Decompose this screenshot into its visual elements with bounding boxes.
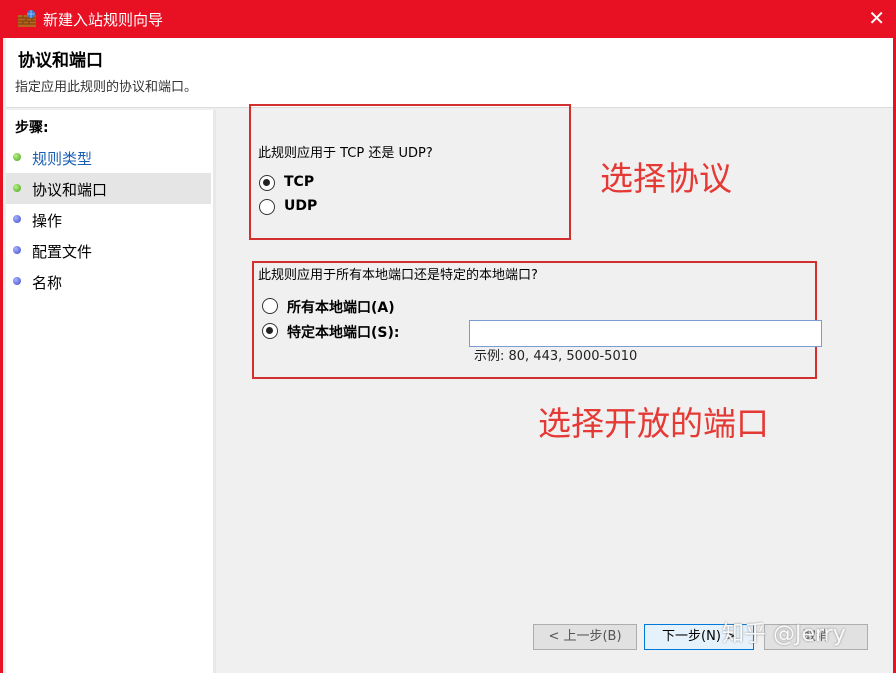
all-ports-label: 所有本地端口(A) xyxy=(287,300,395,316)
radio-unselected-icon xyxy=(262,298,278,314)
page-header: 协议和端口 指定应用此规则的协议和端口。 xyxy=(6,38,893,108)
radio-unselected-icon xyxy=(259,199,275,215)
specific-ports-label: 特定本地端口(S): xyxy=(287,325,400,341)
port-input[interactable] xyxy=(469,320,822,347)
tcp-label: TCP xyxy=(284,174,315,190)
udp-label: UDP xyxy=(284,198,318,214)
radio-selected-icon xyxy=(259,175,275,191)
sidebar-item-rule-type[interactable]: 规则类型 xyxy=(6,142,211,173)
sidebar-item-label: 名称 xyxy=(32,274,63,292)
sidebar-item-label: 操作 xyxy=(32,212,63,230)
step-pending-icon xyxy=(13,215,21,223)
protocol-highlight-box xyxy=(249,104,571,240)
window-title: 新建入站规则向导 xyxy=(43,11,164,29)
protocol-annotation: 选择协议 xyxy=(600,159,732,198)
sidebar-item-profile[interactable]: 配置文件 xyxy=(6,235,211,266)
close-icon[interactable]: ✕ xyxy=(868,7,885,29)
step-current-icon xyxy=(13,184,21,192)
sidebar-item-action[interactable]: 操作 xyxy=(6,204,211,235)
sidebar-item-label: 规则类型 xyxy=(32,150,93,168)
firewall-icon xyxy=(18,10,36,27)
steps-label: 步骤: xyxy=(15,120,49,136)
sidebar-item-label: 配置文件 xyxy=(32,243,93,261)
title-bar[interactable]: 新建入站规则向导 ✕ xyxy=(3,0,896,38)
watermark: 知乎 @Jerry xyxy=(722,622,846,647)
port-example: 示例: 80, 443, 5000-5010 xyxy=(474,349,638,364)
ports-annotation: 选择开放的端口 xyxy=(538,404,769,443)
protocol-question: 此规则应用于 TCP 还是 UDP? xyxy=(258,146,433,161)
step-done-icon xyxy=(13,153,21,161)
radio-selected-icon xyxy=(262,323,278,339)
step-pending-icon xyxy=(13,246,21,254)
back-button[interactable]: < 上一步(B) xyxy=(533,624,637,650)
ports-question: 此规则应用于所有本地端口还是特定的本地端口? xyxy=(258,268,538,283)
sidebar-item-protocol-ports[interactable]: 协议和端口 xyxy=(6,173,211,204)
sidebar-item-label: 协议和端口 xyxy=(32,181,108,199)
pane-divider xyxy=(213,110,216,673)
page-title: 协议和端口 xyxy=(18,51,103,71)
step-pending-icon xyxy=(13,277,21,285)
sidebar-item-name[interactable]: 名称 xyxy=(6,266,211,297)
page-subtitle: 指定应用此规则的协议和端口。 xyxy=(15,80,198,95)
steps-sidebar: 步骤: 规则类型 协议和端口 操作 配置文件 名称 xyxy=(6,110,213,673)
